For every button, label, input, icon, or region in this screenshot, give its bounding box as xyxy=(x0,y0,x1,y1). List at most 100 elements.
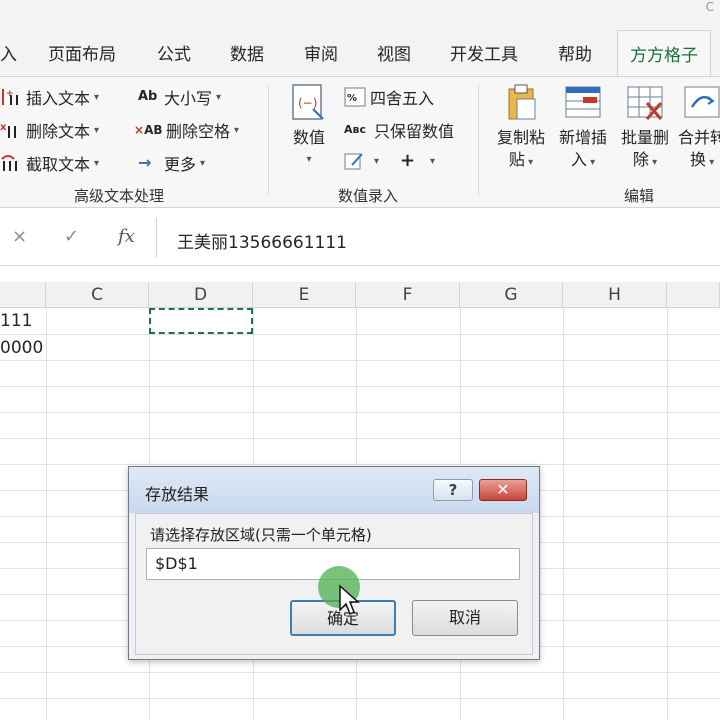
extract-text-icon xyxy=(0,153,22,173)
insert-rows-icon xyxy=(563,83,603,123)
pencil-icon xyxy=(344,151,366,171)
delete-spaces-icon: ×AB xyxy=(134,123,163,137)
chevron-down-icon: ▾ xyxy=(374,155,380,167)
svg-text:%: % xyxy=(347,93,357,104)
insert-text-button[interactable]: + 插入文本 ▾ xyxy=(0,85,99,109)
more-label: 更多 xyxy=(164,155,197,174)
merge-convert-label-line2: 换 ▾ xyxy=(690,150,715,169)
round-icon: % xyxy=(344,87,366,107)
delete-text-label: 删除文本 xyxy=(26,122,91,141)
store-result-dialog: 存放结果 ? ✕ 请选择存放区域(只需一个单元格) $D$1 确定 取消 xyxy=(128,466,540,660)
chevron-down-icon: ▾ xyxy=(306,154,312,165)
dialog-titlebar[interactable]: 存放结果 ? ✕ xyxy=(129,467,539,513)
cell-b1[interactable]: 111 xyxy=(0,311,32,331)
dialog-prompt: 请选择存放区域(只需一个单元格) xyxy=(150,526,372,544)
chevron-down-icon: ▾ xyxy=(94,124,100,136)
abc-icon: Aʙᴄ xyxy=(344,123,366,136)
copy-paste-label-line2: 贴 ▾ xyxy=(508,150,534,169)
cancel-formula-icon[interactable]: × xyxy=(12,226,27,247)
dialog-title: 存放结果 xyxy=(145,485,210,504)
insert-function-icon[interactable]: fx xyxy=(118,226,135,247)
insert-text-label: 插入文本 xyxy=(26,89,91,108)
chevron-down-icon: ▾ xyxy=(200,157,206,169)
tab-data[interactable]: 数据 xyxy=(230,40,264,65)
round-label: 四舍五入 xyxy=(370,89,435,108)
ribbon-tab-bar: C 入 页面布局 公式 数据 审阅 视图 开发工具 帮助 方方格子 xyxy=(0,0,720,76)
tab-view[interactable]: 视图 xyxy=(377,40,411,65)
formula-input[interactable]: 王美丽13566661111 xyxy=(156,218,720,258)
column-header-e[interactable]: E xyxy=(253,282,356,308)
batch-delete-button[interactable]: 批量删 除 ▾ xyxy=(614,83,676,174)
delete-text-icon: x xyxy=(0,120,22,140)
column-header-g[interactable]: G xyxy=(460,282,563,308)
keep-value-button[interactable]: Aʙᴄ 只保留数值 xyxy=(344,118,454,142)
tab-fangfang[interactable]: 方方格子 xyxy=(617,30,711,76)
insert-new-label-line2: 入 ▾ xyxy=(570,150,596,169)
column-header-f[interactable]: F xyxy=(356,282,460,308)
round-button[interactable]: % 四舍五入 xyxy=(344,85,434,109)
column-header-d[interactable]: D xyxy=(149,282,253,308)
svg-text:(−): (−) xyxy=(298,96,317,110)
copy-paste-label-line1: 复制粘 xyxy=(496,128,545,147)
chevron-down-icon: ▾ xyxy=(234,124,240,136)
extract-text-button[interactable]: 截取文本 ▾ xyxy=(0,151,99,175)
group-separator xyxy=(268,85,269,195)
close-button[interactable]: ✕ xyxy=(479,479,527,501)
merge-convert-button[interactable]: 合并转 换 ▾ xyxy=(676,83,720,174)
help-button[interactable]: ? xyxy=(433,479,473,501)
text-group-label: 高级文本处理 xyxy=(74,187,165,205)
tab-developer[interactable]: 开发工具 xyxy=(450,40,518,65)
delete-text-button[interactable]: x 删除文本 ▾ xyxy=(0,118,99,142)
column-headers: C D E F G H xyxy=(0,282,720,308)
tab-insert[interactable]: 入 xyxy=(0,40,17,65)
plus-icon: + xyxy=(400,150,416,171)
tab-help[interactable]: 帮助 xyxy=(558,40,592,65)
tab-review[interactable]: 审阅 xyxy=(304,40,338,65)
confirm-formula-icon[interactable]: ✓ xyxy=(64,226,79,247)
keep-value-label: 只保留数值 xyxy=(374,122,455,141)
text-case-icon: Ab xyxy=(138,89,158,104)
clipboard-icon xyxy=(501,83,541,123)
column-header-b[interactable] xyxy=(0,282,46,308)
value-format-icon: (−) xyxy=(289,83,329,123)
column-header-c[interactable]: C xyxy=(46,282,149,308)
merge-convert-icon xyxy=(682,83,720,123)
svg-text:+: + xyxy=(6,89,14,99)
insert-new-button[interactable]: 新增插 入 ▾ xyxy=(552,83,614,174)
cancel-button[interactable]: 取消 xyxy=(412,600,518,636)
column-header-h[interactable]: H xyxy=(563,282,667,308)
insert-text-icon: + xyxy=(0,87,22,107)
arrow-right-icon: → xyxy=(138,153,152,172)
value-label: 数值 xyxy=(292,128,325,147)
formula-bar: × ✓ fx 王美丽13566661111 xyxy=(0,208,720,266)
column-header-i[interactable] xyxy=(667,282,720,308)
edit-values-button[interactable]: ▾ xyxy=(344,151,379,171)
tab-page-layout[interactable]: 页面布局 xyxy=(48,40,116,65)
number-group-label: 数值录入 xyxy=(338,187,399,205)
copy-marquee-d1 xyxy=(149,308,253,334)
batch-delete-icon xyxy=(625,83,665,123)
ribbon: + 插入文本 ▾ x 删除文本 ▾ 截取文本 ▾ Ab 大小写 ▾ ×AB 删除… xyxy=(0,76,720,208)
chevron-down-icon: ▾ xyxy=(430,155,436,167)
case-button[interactable]: Ab 大小写 ▾ xyxy=(138,85,221,109)
case-label: 大小写 xyxy=(164,89,213,108)
edit-group-label: 编辑 xyxy=(624,187,655,205)
extract-text-label: 截取文本 xyxy=(26,155,91,174)
merge-convert-label-line1: 合并转 xyxy=(678,128,720,147)
tab-formulas[interactable]: 公式 xyxy=(157,40,191,65)
delete-spaces-button[interactable]: ×AB 删除空格 ▾ xyxy=(134,118,239,142)
cell-b2[interactable]: 0000 xyxy=(0,338,43,358)
copy-paste-button[interactable]: 复制粘 贴 ▾ xyxy=(490,83,552,174)
mouse-pointer-icon xyxy=(339,584,360,616)
chevron-down-icon: ▾ xyxy=(94,91,100,103)
insert-new-label-line1: 新增插 xyxy=(558,128,607,147)
more-button[interactable]: → 更多 ▾ xyxy=(138,151,205,175)
svg-text:x: x xyxy=(0,122,7,133)
chevron-down-icon: ▾ xyxy=(94,157,100,169)
value-button[interactable]: (−) 数值 ▾ xyxy=(278,83,340,171)
batch-delete-label-line1: 批量删 xyxy=(620,128,669,147)
chevron-down-icon: ▾ xyxy=(216,91,222,103)
window-title-fragment: C xyxy=(705,0,714,14)
plus-button[interactable]: + ▾ xyxy=(400,151,435,171)
batch-delete-label-line2: 除 ▾ xyxy=(632,150,658,169)
